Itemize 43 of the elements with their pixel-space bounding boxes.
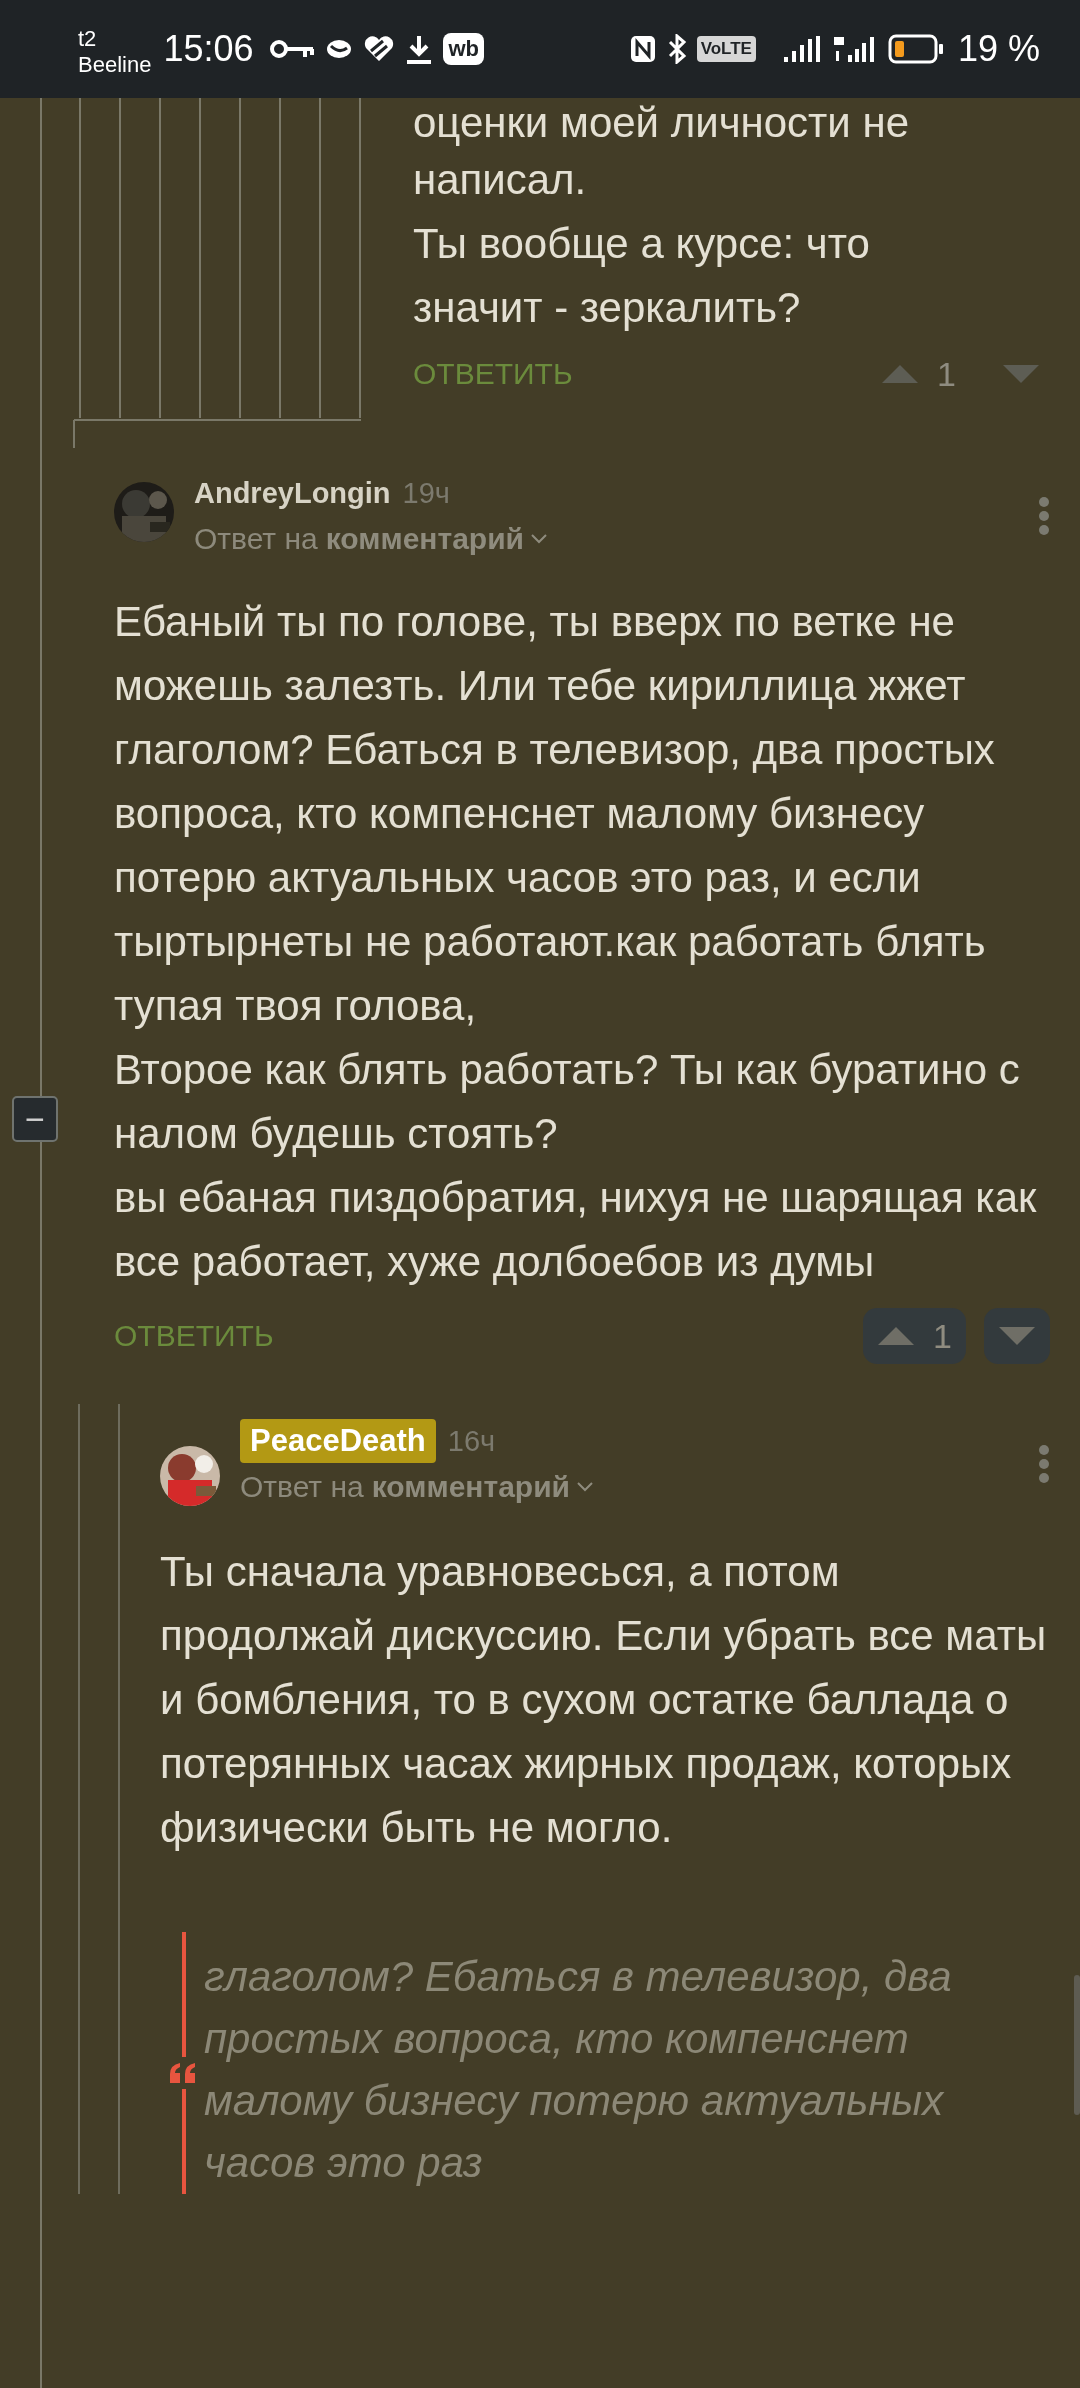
reply-target-link[interactable]: комментарий bbox=[325, 522, 549, 556]
comment-text: Ты вообще а курсе: что bbox=[413, 219, 871, 269]
comment-text: Второе как блять работать? Ты как буратино с налом будешь стоять? bbox=[114, 1045, 1021, 1159]
comment-text: вы ебаная пиздобратия, нихуя не шарящая как все работает, хуже долбоебов из думы bbox=[114, 1173, 1038, 1287]
comment-time: 16ч bbox=[447, 1424, 496, 1458]
down-arrow-icon bbox=[1002, 364, 1040, 384]
upvote-button[interactable]: 1 bbox=[867, 346, 970, 402]
comment-text: Ты сначала уравновесься, а потом продолжай дискуссию. Если убрать все маты и бомбления, то в сухом остатке баллада о потерянных часах жирных продаж, которых физически быть не могло. bbox=[160, 1547, 1048, 1853]
downvote-button[interactable] bbox=[984, 1308, 1050, 1364]
chevron-down-icon bbox=[576, 1481, 595, 1493]
comment-text: написал. bbox=[413, 155, 588, 205]
up-arrow-icon bbox=[877, 1326, 916, 1346]
volte-badge: VoLTE bbox=[696, 36, 756, 62]
battery-icon bbox=[887, 34, 944, 64]
comment-text: оценки моей личности не bbox=[413, 98, 911, 148]
download-icon bbox=[405, 34, 434, 64]
clock: 15:06 bbox=[163, 28, 254, 70]
comment-text: Ебаный ты по голове, ты вверх по ветке не можешь залезть. Или тебе кириллица жжет глаголом? Ебаться в телевизор, два простых вопроса, кто компенснет малому бизнесу потерю актуальных часов это раз, и если тыртырнеты не работают.как работать блять тупая твоя голова, bbox=[114, 597, 996, 1031]
reply-target-link[interactable]: комментарий bbox=[371, 1470, 595, 1504]
username[interactable]: PeaceDeath bbox=[240, 1419, 436, 1463]
username[interactable]: AndreyLongin bbox=[194, 476, 391, 510]
down-arrow-icon bbox=[998, 1326, 1036, 1346]
reply-to-label: Ответ на bbox=[240, 1470, 364, 1504]
signal-icon bbox=[781, 35, 822, 63]
carrier-name: Beeline bbox=[78, 52, 152, 78]
quote-text: глаголом? Ебаться в телевизор, два простых вопроса, кто компенснет малому бизнесу потерю актуальных часов это раз bbox=[204, 1952, 953, 2188]
reply-button[interactable]: ОТВЕТИТЬ bbox=[114, 1319, 274, 1353]
comment-time: 19ч bbox=[402, 476, 450, 510]
bluetooth-icon bbox=[666, 34, 687, 64]
upvote-button[interactable]: 1 bbox=[863, 1308, 966, 1364]
app-badge: wb bbox=[443, 33, 485, 65]
more-icon[interactable] bbox=[1038, 496, 1050, 536]
reply-button[interactable]: ОТВЕТИТЬ bbox=[413, 357, 573, 391]
nfc-icon bbox=[628, 34, 657, 64]
more-icon[interactable] bbox=[1038, 1444, 1050, 1484]
up-arrow-icon bbox=[881, 364, 920, 384]
collapse-button[interactable]: − bbox=[12, 1096, 58, 1142]
battery-percent: 19 % bbox=[957, 28, 1040, 70]
comment-text: значит - зеркалить? bbox=[413, 283, 802, 333]
reply-to-label: Ответ на bbox=[194, 522, 318, 556]
carrier-name: t2 bbox=[78, 26, 98, 52]
chevron-down-icon bbox=[530, 533, 549, 545]
heart-icon bbox=[363, 35, 396, 63]
